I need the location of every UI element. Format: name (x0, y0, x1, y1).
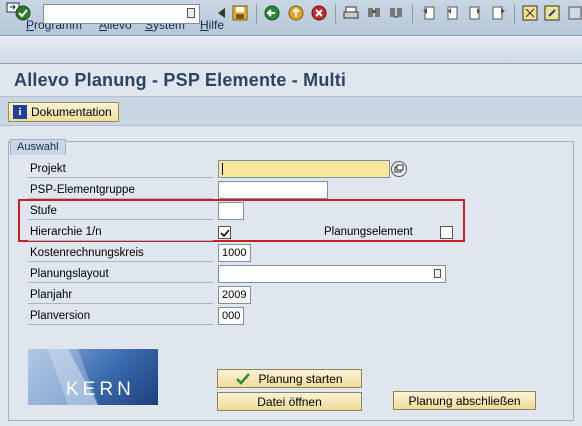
more-icon[interactable] (566, 4, 582, 22)
text-cursor (222, 163, 223, 176)
find-icon[interactable] (365, 4, 383, 22)
separator (256, 4, 257, 24)
finish-planning-button[interactable]: Planung abschließen (393, 391, 536, 410)
separator (514, 4, 515, 24)
first-page-icon[interactable] (420, 4, 438, 22)
start-planning-label: Planung starten (258, 371, 343, 386)
dropdown-icon[interactable] (187, 8, 195, 18)
planungslayout-input[interactable] (218, 265, 446, 283)
label-stufe: Stufe (28, 203, 213, 220)
last-page-icon[interactable] (489, 4, 507, 22)
kostenrechnungskreis-input[interactable]: 1000 (218, 244, 251, 262)
label-planjahr: Planjahr (28, 287, 213, 304)
value-help-icon[interactable] (391, 161, 407, 177)
label-planungselement: Planungselement (324, 226, 413, 238)
label-planversion: Planversion (28, 308, 213, 325)
back-icon[interactable] (263, 4, 281, 22)
next-page-icon[interactable] (466, 4, 484, 22)
projekt-input[interactable] (218, 160, 390, 178)
prev-page-icon[interactable] (443, 4, 461, 22)
command-field[interactable] (43, 4, 200, 24)
stufe-input[interactable] (218, 202, 244, 220)
separator (412, 4, 413, 24)
save-icon[interactable] (231, 4, 249, 22)
toolbar (0, 36, 582, 64)
help-icon[interactable] (543, 4, 561, 22)
exit-icon[interactable] (287, 4, 305, 22)
print-icon[interactable] (342, 4, 360, 22)
cancel-icon[interactable] (310, 4, 328, 22)
separator (335, 4, 336, 24)
enter-icon[interactable] (14, 4, 32, 22)
info-icon: i (13, 105, 27, 119)
label-psp-elementgruppe: PSP-Elementgruppe (28, 182, 213, 199)
start-planning-button[interactable]: Planung starten (217, 369, 362, 388)
label-kostenrechnungskreis: Kostenrechnungskreis (28, 245, 213, 262)
planversion-input[interactable]: 000 (218, 307, 244, 325)
label-planungslayout: Planungslayout (28, 266, 213, 283)
open-file-label: Datei öffnen (257, 394, 322, 409)
logo-text: KERN (66, 379, 135, 400)
hierarchie-checkbox[interactable] (218, 226, 231, 239)
psp-elementgruppe-input[interactable] (218, 181, 328, 199)
checkmark-icon (236, 372, 251, 385)
back-arrow-icon[interactable] (212, 4, 230, 22)
find-next-icon[interactable] (387, 4, 405, 22)
layout-icon[interactable] (521, 4, 539, 22)
documentation-label: Dokumentation (31, 105, 112, 119)
label-projekt: Projekt (28, 161, 213, 178)
open-file-button[interactable]: Datei öffnen (217, 392, 362, 411)
group-title: Auswahl (10, 139, 66, 155)
finish-planning-label: Planung abschließen (408, 393, 521, 408)
kern-logo: KERN (28, 349, 158, 405)
label-hierarchie: Hierarchie 1/n (28, 224, 213, 241)
documentation-button[interactable]: i Dokumentation (8, 102, 119, 122)
page-title: Allevo Planung - PSP Elemente - Multi (14, 70, 347, 90)
dropdown-icon[interactable] (434, 269, 441, 278)
planjahr-input[interactable]: 2009 (218, 286, 251, 304)
planungselement-checkbox[interactable] (440, 226, 453, 239)
